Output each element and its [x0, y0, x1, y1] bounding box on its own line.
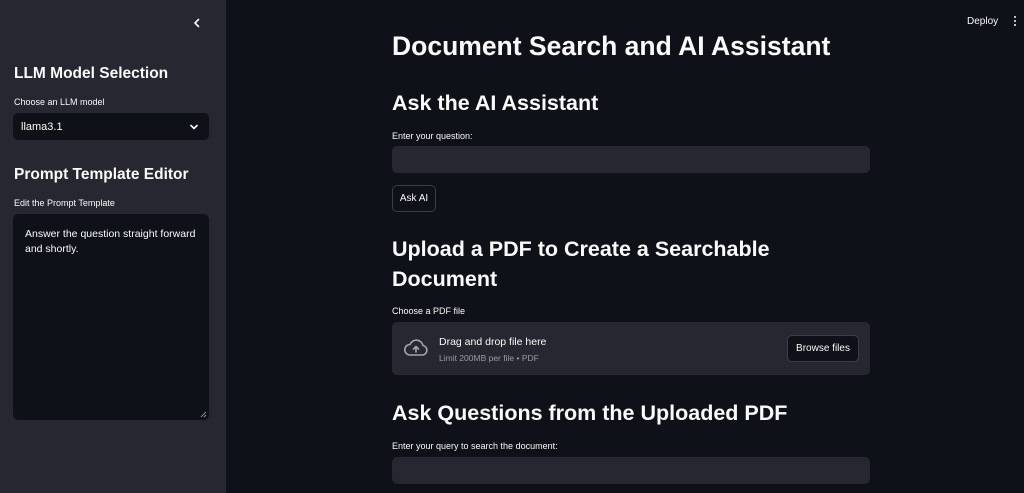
model-select[interactable]: llama3.1 — [13, 113, 209, 140]
upload-heading-line2: Document — [392, 267, 498, 291]
query-heading: Ask Questions from the Uploaded PDF — [392, 401, 788, 425]
ask-ai-heading: Ask the AI Assistant — [392, 91, 599, 115]
dropzone-limit-text: Limit 200MB per file • PDF — [439, 353, 539, 363]
model-select-value: llama3.1 — [21, 120, 63, 133]
page-title: Document Search and AI Assistant — [392, 31, 831, 61]
sidebar: LLM Model Selection Choose an LLM model … — [0, 0, 226, 493]
dropzone-title: Drag and drop file here — [439, 336, 547, 348]
kebab-dot — [1014, 20, 1016, 22]
model-select-label: Choose an LLM model — [14, 97, 105, 107]
prompt-template-text: Answer the question straight forward and… — [25, 228, 196, 255]
kebab-menu-icon — [1014, 16, 1016, 18]
query-input-label: Enter your query to search the document: — [392, 441, 558, 451]
kebab-dot — [1014, 24, 1016, 26]
deploy-button[interactable]: Deploy — [967, 16, 998, 27]
cloud-upload-icon — [404, 339, 428, 356]
file-dropzone[interactable]: Drag and drop file here Limit 200MB per … — [392, 322, 870, 375]
browse-files-button[interactable]: Browse files — [787, 335, 859, 362]
question-input[interactable] — [392, 146, 870, 173]
upload-heading-line1: Upload a PDF to Create a Searchable — [392, 237, 770, 261]
resize-handle-icon[interactable] — [200, 411, 207, 418]
chevron-down-icon — [190, 124, 198, 129]
prompt-template-textarea[interactable]: Answer the question straight forward and… — [13, 214, 209, 420]
prompt-editor-heading: Prompt Template Editor — [14, 166, 189, 183]
query-input[interactable] — [392, 457, 870, 484]
pdf-uploader-label: Choose a PDF file — [392, 306, 466, 316]
model-selection-heading: LLM Model Selection — [14, 65, 169, 82]
question-input-label: Enter your question: — [392, 131, 473, 141]
chevron-left-icon — [194, 18, 200, 28]
collapse-sidebar-button[interactable] — [188, 14, 206, 32]
main-menu-button[interactable] — [1010, 14, 1020, 28]
prompt-textarea-label: Edit the Prompt Template — [14, 198, 115, 208]
ask-ai-button[interactable]: Ask AI — [392, 185, 436, 212]
